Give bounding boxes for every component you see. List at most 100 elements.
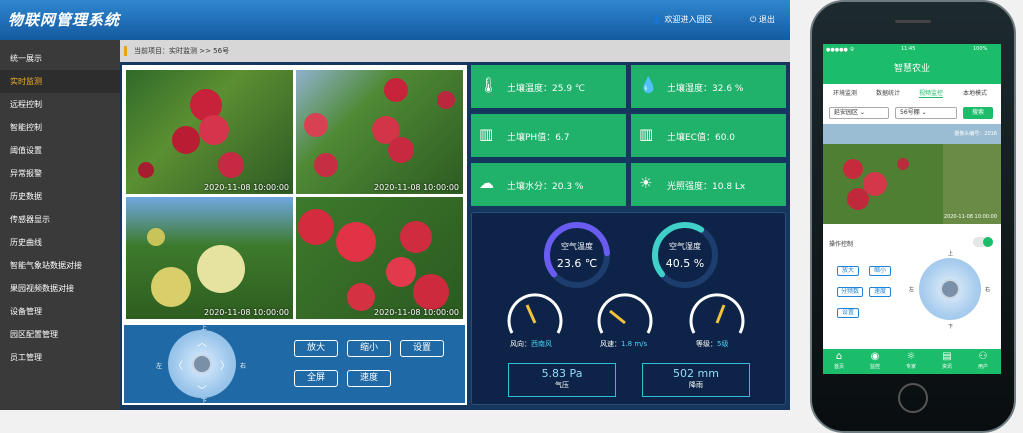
operation-toggle[interactable] xyxy=(973,237,993,247)
settings-button[interactable]: 设置 xyxy=(400,340,444,357)
home-icon: ⌂ xyxy=(835,351,843,362)
wind-grade-dial xyxy=(689,293,745,334)
nav-user[interactable]: ⚇ 用户 xyxy=(973,351,993,370)
camera-feed-2[interactable]: 2020-11-08 10:00:00 xyxy=(296,70,463,194)
phone-home-button[interactable] xyxy=(898,383,928,413)
welcome-text: 欢迎进入园区 xyxy=(664,15,713,24)
tab-local[interactable]: 本地模式 xyxy=(963,88,987,97)
sensor-card: ▥ 土壤PH值：6.7 xyxy=(471,114,626,157)
settings-button[interactable]: 设置 xyxy=(837,308,859,318)
chevron-left-icon[interactable]: 〈 xyxy=(173,357,183,372)
breadcrumb-text: 当前项目：实时监测 >> 56号 xyxy=(134,47,230,55)
chevron-up-icon[interactable]: ︿ xyxy=(197,334,207,349)
logout-text: 退出 xyxy=(758,15,775,24)
sidebar-item[interactable]: 统一展示 xyxy=(0,47,120,70)
zoom-in-button[interactable]: 放大 xyxy=(837,266,859,276)
sidebar-item[interactable]: 历史数据 xyxy=(0,185,120,208)
sensor-text: 光照强度：10.8 Lx xyxy=(667,182,746,192)
apple-tree-image xyxy=(147,228,245,307)
nav-expert[interactable]: ☼ 专家 xyxy=(901,351,921,370)
camera-feed-3[interactable]: 2020-11-08 10:00:00 xyxy=(126,197,293,319)
wind-speed-text: 风速：1.8 m/s xyxy=(600,339,647,349)
nav-monitor[interactable]: ◉ 监控 xyxy=(865,351,885,370)
sidebar-item[interactable]: 员工管理 xyxy=(0,346,120,369)
air-humidity-ring xyxy=(652,222,718,288)
shed-select-value: 56号棚 xyxy=(900,109,920,116)
tab-statistics[interactable]: 数据统计 xyxy=(876,88,900,97)
zoom-in-button[interactable]: 放大 xyxy=(294,340,338,357)
zoom-out-button[interactable]: 缩小 xyxy=(347,340,391,357)
sun-icon: ☀ xyxy=(639,174,653,192)
resolution-button[interactable]: 分频数 xyxy=(837,287,863,297)
chevron-right-icon[interactable]: 〉 xyxy=(220,357,230,372)
top-bar: 物联网管理系统 👤 欢迎进入园区 ⏻ 退出 xyxy=(0,0,790,40)
chevron-down-icon: ⌄ xyxy=(859,109,865,116)
sensor-text: 土壤温度：25.9 ℃ xyxy=(507,84,586,94)
sensor-text: 土壤PH值：6.7 xyxy=(507,133,570,143)
sensor-text: 土壤EC值：60.0 xyxy=(667,133,736,143)
ptz-joystick[interactable] xyxy=(919,258,981,320)
tab-environment[interactable]: 环境监测 xyxy=(833,88,857,97)
air-temp-label: 空气温度 xyxy=(561,242,593,251)
wind-direction-dial xyxy=(507,293,563,334)
sidebar-item[interactable]: 智能气象站数据对接 xyxy=(0,254,120,277)
camera-id-label: 摄像头编号：2016 xyxy=(954,131,997,137)
camera-timestamp: 2020-11-08 10:00:00 xyxy=(374,308,459,317)
joystick-center[interactable] xyxy=(940,279,960,299)
pressure-value: 5.83 Pa xyxy=(541,367,583,380)
nav-label: 监控 xyxy=(869,364,880,370)
zoom-out-button[interactable]: 缩小 xyxy=(869,266,891,276)
shed-select[interactable]: 56号棚 ⌄ xyxy=(895,107,957,119)
ptz-joystick[interactable]: ︿ ﹀ 〈 〉 xyxy=(168,330,236,398)
chevron-down-icon[interactable]: ﹀ xyxy=(197,382,207,397)
phone-status-bar: ●●●●● 令 11:45 100% xyxy=(823,44,1001,54)
sidebar-item[interactable]: 远程控制 xyxy=(0,93,120,116)
sensor-text: 土壤水分：20.3 % xyxy=(507,182,584,192)
joystick-center[interactable] xyxy=(192,354,212,374)
news-icon: ▤ xyxy=(942,351,952,362)
time-text: 11:45 xyxy=(901,46,916,52)
monitor-icon: ◉ xyxy=(870,351,880,362)
sidebar-item[interactable]: 传感器显示 xyxy=(0,208,120,231)
sidebar-item[interactable]: 果园视频数据对接 xyxy=(0,277,120,300)
search-button[interactable]: 搜索 xyxy=(963,107,993,119)
phone-screen: ●●●●● 令 11:45 100% 智慧农业 环境监测 数据统计 视频监控 本… xyxy=(823,44,1001,374)
pressure-box: 5.83 Pa 气压 xyxy=(508,363,616,397)
speed-button[interactable]: 速度 xyxy=(869,287,891,297)
sensor-card: ▥ 土壤EC值：60.0 xyxy=(631,114,786,157)
sidebar-item[interactable]: 历史曲线 xyxy=(0,231,120,254)
welcome-link[interactable]: 👤 欢迎进入园区 xyxy=(652,14,713,25)
tab-video[interactable]: 视频监控 xyxy=(919,88,944,98)
nav-news[interactable]: ▤ 资讯 xyxy=(937,351,957,370)
nav-label: 首页 xyxy=(833,364,844,370)
app-title: 物联网管理系统 xyxy=(8,11,121,29)
sidebar-item[interactable]: 阈值设置 xyxy=(0,139,120,162)
direction-label-up: 上 xyxy=(948,251,954,257)
user-icon: ⚇ xyxy=(978,351,988,362)
fullscreen-button[interactable]: 全屏 xyxy=(294,370,338,387)
power-icon: ⏻ xyxy=(750,15,757,24)
sidebar-item-active[interactable]: 实时监测 xyxy=(0,70,120,93)
logout-button[interactable]: ⏻ 退出 xyxy=(750,14,775,25)
camera-feed-4[interactable]: 2020-11-08 10:00:00 xyxy=(296,197,463,319)
air-temp-ring xyxy=(544,222,610,288)
direction-label-down: 下 xyxy=(948,324,954,330)
sidebar-item[interactable]: 异常报警 xyxy=(0,162,120,185)
sidebar-item[interactable]: 智能控制 xyxy=(0,116,120,139)
rain-label: 降雨 xyxy=(689,381,703,389)
direction-label-right: 右 xyxy=(240,363,247,370)
camera-feed-1[interactable]: 2020-11-08 10:00:00 xyxy=(126,70,293,194)
pressure-label: 气压 xyxy=(555,381,569,389)
sensor-card: ☀ 光照强度：10.8 Lx xyxy=(631,163,786,206)
thermometer-icon: 🌡 xyxy=(479,76,499,94)
phone-camera-feed[interactable]: 摄像头编号：2016 2020-11-08 10:00:00 xyxy=(823,124,1001,224)
nav-home[interactable]: ⌂ 首页 xyxy=(829,351,849,370)
phone-mockup: ●●●●● 令 11:45 100% 智慧农业 环境监测 数据统计 视频监控 本… xyxy=(810,0,1016,433)
nav-label: 专家 xyxy=(905,364,916,370)
apple-tree-image xyxy=(304,78,455,177)
park-select[interactable]: 延安园区 ⌄ xyxy=(829,107,889,119)
sidebar: 统一展示 实时监测 远程控制 智能控制 阈值设置 异常报警 历史数据 传感器显示… xyxy=(0,40,120,410)
speed-button[interactable]: 速度 xyxy=(347,370,391,387)
sidebar-item[interactable]: 园区配置管理 xyxy=(0,323,120,346)
sidebar-item[interactable]: 设备管理 xyxy=(0,300,120,323)
